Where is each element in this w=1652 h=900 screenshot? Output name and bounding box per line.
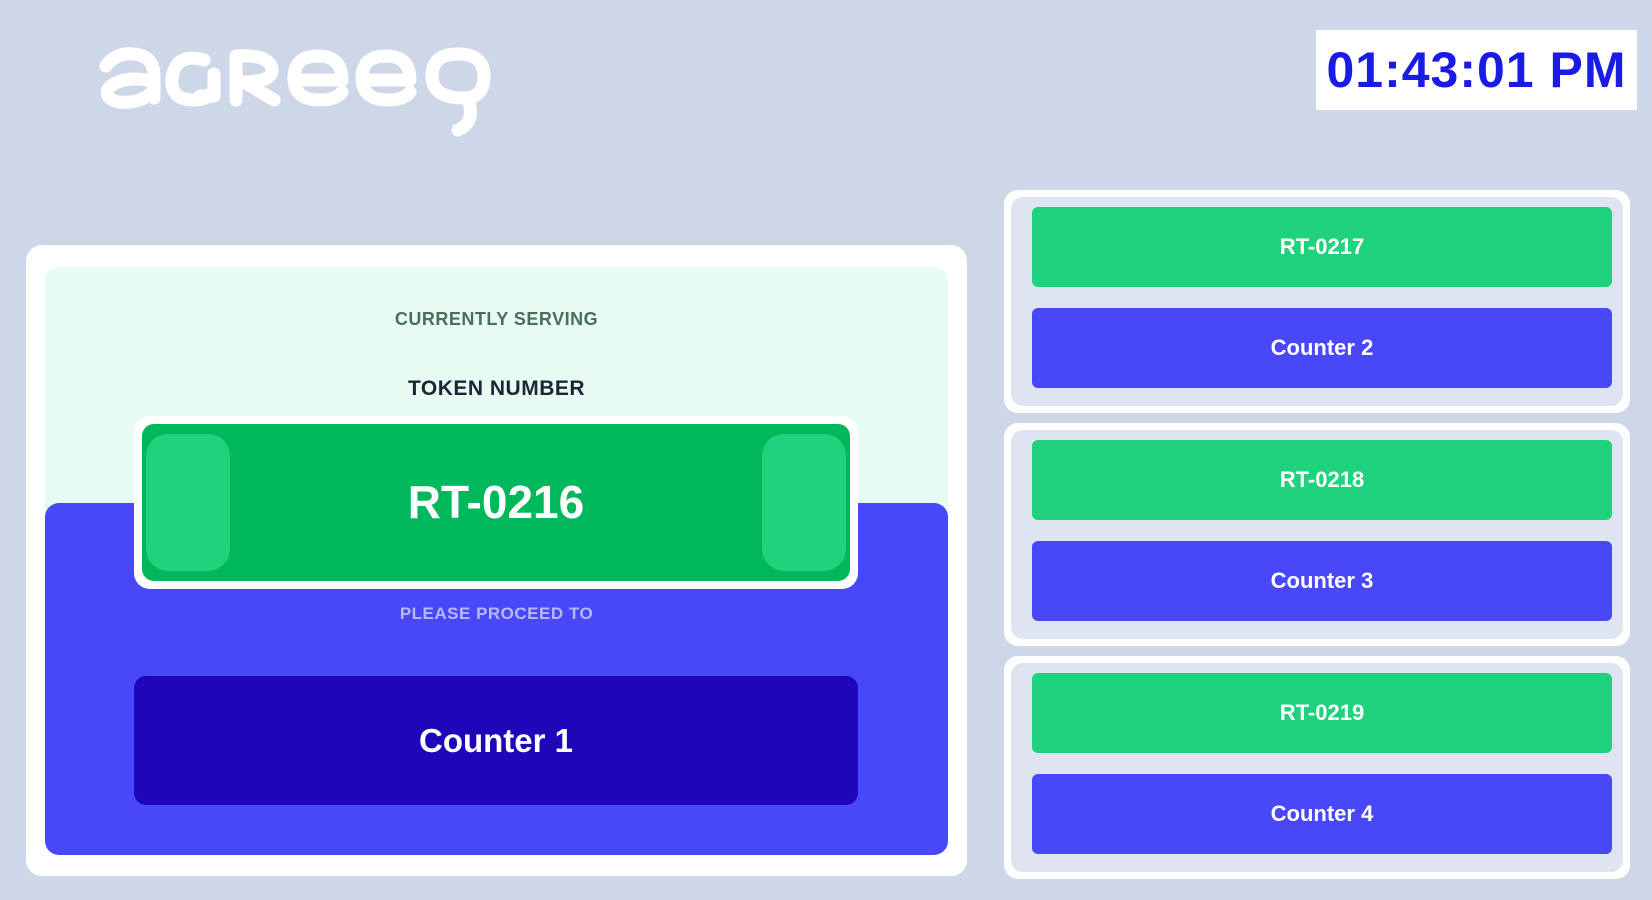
agreeq-logo: [96, 26, 566, 146]
clock-display: 01:43:01 PM: [1316, 30, 1637, 110]
token-number-label: TOKEN NUMBER: [407, 377, 586, 400]
queue-counter: Counter 2: [1032, 308, 1612, 388]
current-serving-card: CURRENTLY SERVING TOKEN NUMBER RT-0216 P…: [26, 245, 967, 876]
current-token-box: RT-0216: [134, 416, 858, 589]
current-token-panel: RT-0216: [142, 424, 850, 581]
queue-token: RT-0218: [1032, 440, 1612, 520]
current-counter: Counter 1: [134, 676, 858, 805]
queue-card-inner: RT-0219 Counter 4: [1011, 663, 1623, 872]
queue-card-1: RT-0217 Counter 2: [1004, 190, 1630, 413]
queue-card-3: RT-0219 Counter 4: [1004, 656, 1630, 879]
queue-token: RT-0219: [1032, 673, 1612, 753]
queue-counter: Counter 3: [1032, 541, 1612, 621]
queue-token: RT-0217: [1032, 207, 1612, 287]
queue-card-2: RT-0218 Counter 3: [1004, 423, 1630, 646]
queue-card-inner: RT-0218 Counter 3: [1011, 430, 1623, 639]
queue-counter: Counter 4: [1032, 774, 1612, 854]
current-token-number: RT-0216: [407, 476, 585, 528]
currently-serving-label: CURRENTLY SERVING: [394, 309, 599, 329]
agreeq-logo-graphic: [99, 47, 491, 137]
please-proceed-label: PLEASE PROCEED TO: [399, 604, 594, 623]
queue-card-inner: RT-0217 Counter 2: [1011, 197, 1623, 406]
